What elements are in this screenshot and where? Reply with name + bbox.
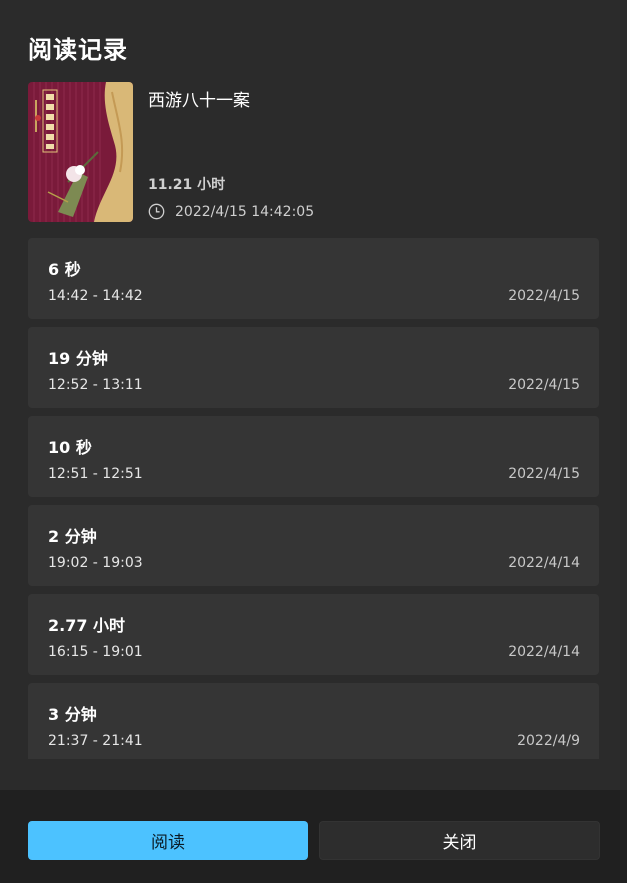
record-time-range: 19:02 - 19:03 xyxy=(48,555,143,571)
record-date: 2022/4/9 xyxy=(517,733,580,749)
record-duration: 6 秒 xyxy=(48,260,81,279)
record-date: 2022/4/14 xyxy=(508,555,580,571)
record-time-range: 21:37 - 21:41 xyxy=(48,733,143,749)
record-time-range: 16:15 - 19:01 xyxy=(48,644,143,660)
record-date: 2022/4/15 xyxy=(508,466,580,482)
total-reading-time: 11.21 小时 xyxy=(148,177,226,193)
record-duration: 2 分钟 xyxy=(48,527,97,546)
record-time-range: 12:52 - 13:11 xyxy=(48,377,143,393)
record-item: 6 秒 14:42 - 14:42 2022/4/15 xyxy=(28,238,599,319)
last-read-timestamp: 2022/4/15 14:42:05 xyxy=(175,203,315,220)
book-cover xyxy=(28,82,133,222)
record-date: 2022/4/15 xyxy=(508,377,580,393)
reading-records-list[interactable]: 6 秒 14:42 - 14:42 2022/4/15 19 分钟 12:52 … xyxy=(28,238,599,759)
book-title: 西游八十一案 xyxy=(148,91,250,111)
record-duration: 3 分钟 xyxy=(48,705,97,724)
record-item: 3 分钟 21:37 - 21:41 2022/4/9 xyxy=(28,683,599,759)
clock-icon xyxy=(148,203,165,220)
record-time-range: 12:51 - 12:51 xyxy=(48,466,143,482)
record-date: 2022/4/14 xyxy=(508,644,580,660)
book-cover-art xyxy=(28,82,133,222)
record-date: 2022/4/15 xyxy=(508,288,580,304)
record-duration: 19 分钟 xyxy=(48,349,108,368)
record-item: 10 秒 12:51 - 12:51 2022/4/15 xyxy=(28,416,599,497)
record-time-range: 14:42 - 14:42 xyxy=(48,288,143,304)
read-button[interactable]: 阅读 xyxy=(28,821,308,860)
book-summary: 西游八十一案 11.21 小时 2022/4/15 14:42:05 xyxy=(28,82,603,224)
record-duration: 10 秒 xyxy=(48,438,92,457)
dialog-title: 阅读记录 xyxy=(28,36,128,64)
last-read-time: 2022/4/15 14:42:05 xyxy=(148,203,314,220)
close-button[interactable]: 关闭 xyxy=(319,821,600,860)
dialog-footer: 阅读 关闭 xyxy=(0,790,627,883)
record-item: 2 分钟 19:02 - 19:03 2022/4/14 xyxy=(28,505,599,586)
record-item: 19 分钟 12:52 - 13:11 2022/4/15 xyxy=(28,327,599,408)
record-item: 2.77 小时 16:15 - 19:01 2022/4/14 xyxy=(28,594,599,675)
record-duration: 2.77 小时 xyxy=(48,616,126,635)
reading-history-dialog: 阅读记录 西游八十一案 11.21 小时 2022/4/15 14:42:05 … xyxy=(0,0,627,883)
